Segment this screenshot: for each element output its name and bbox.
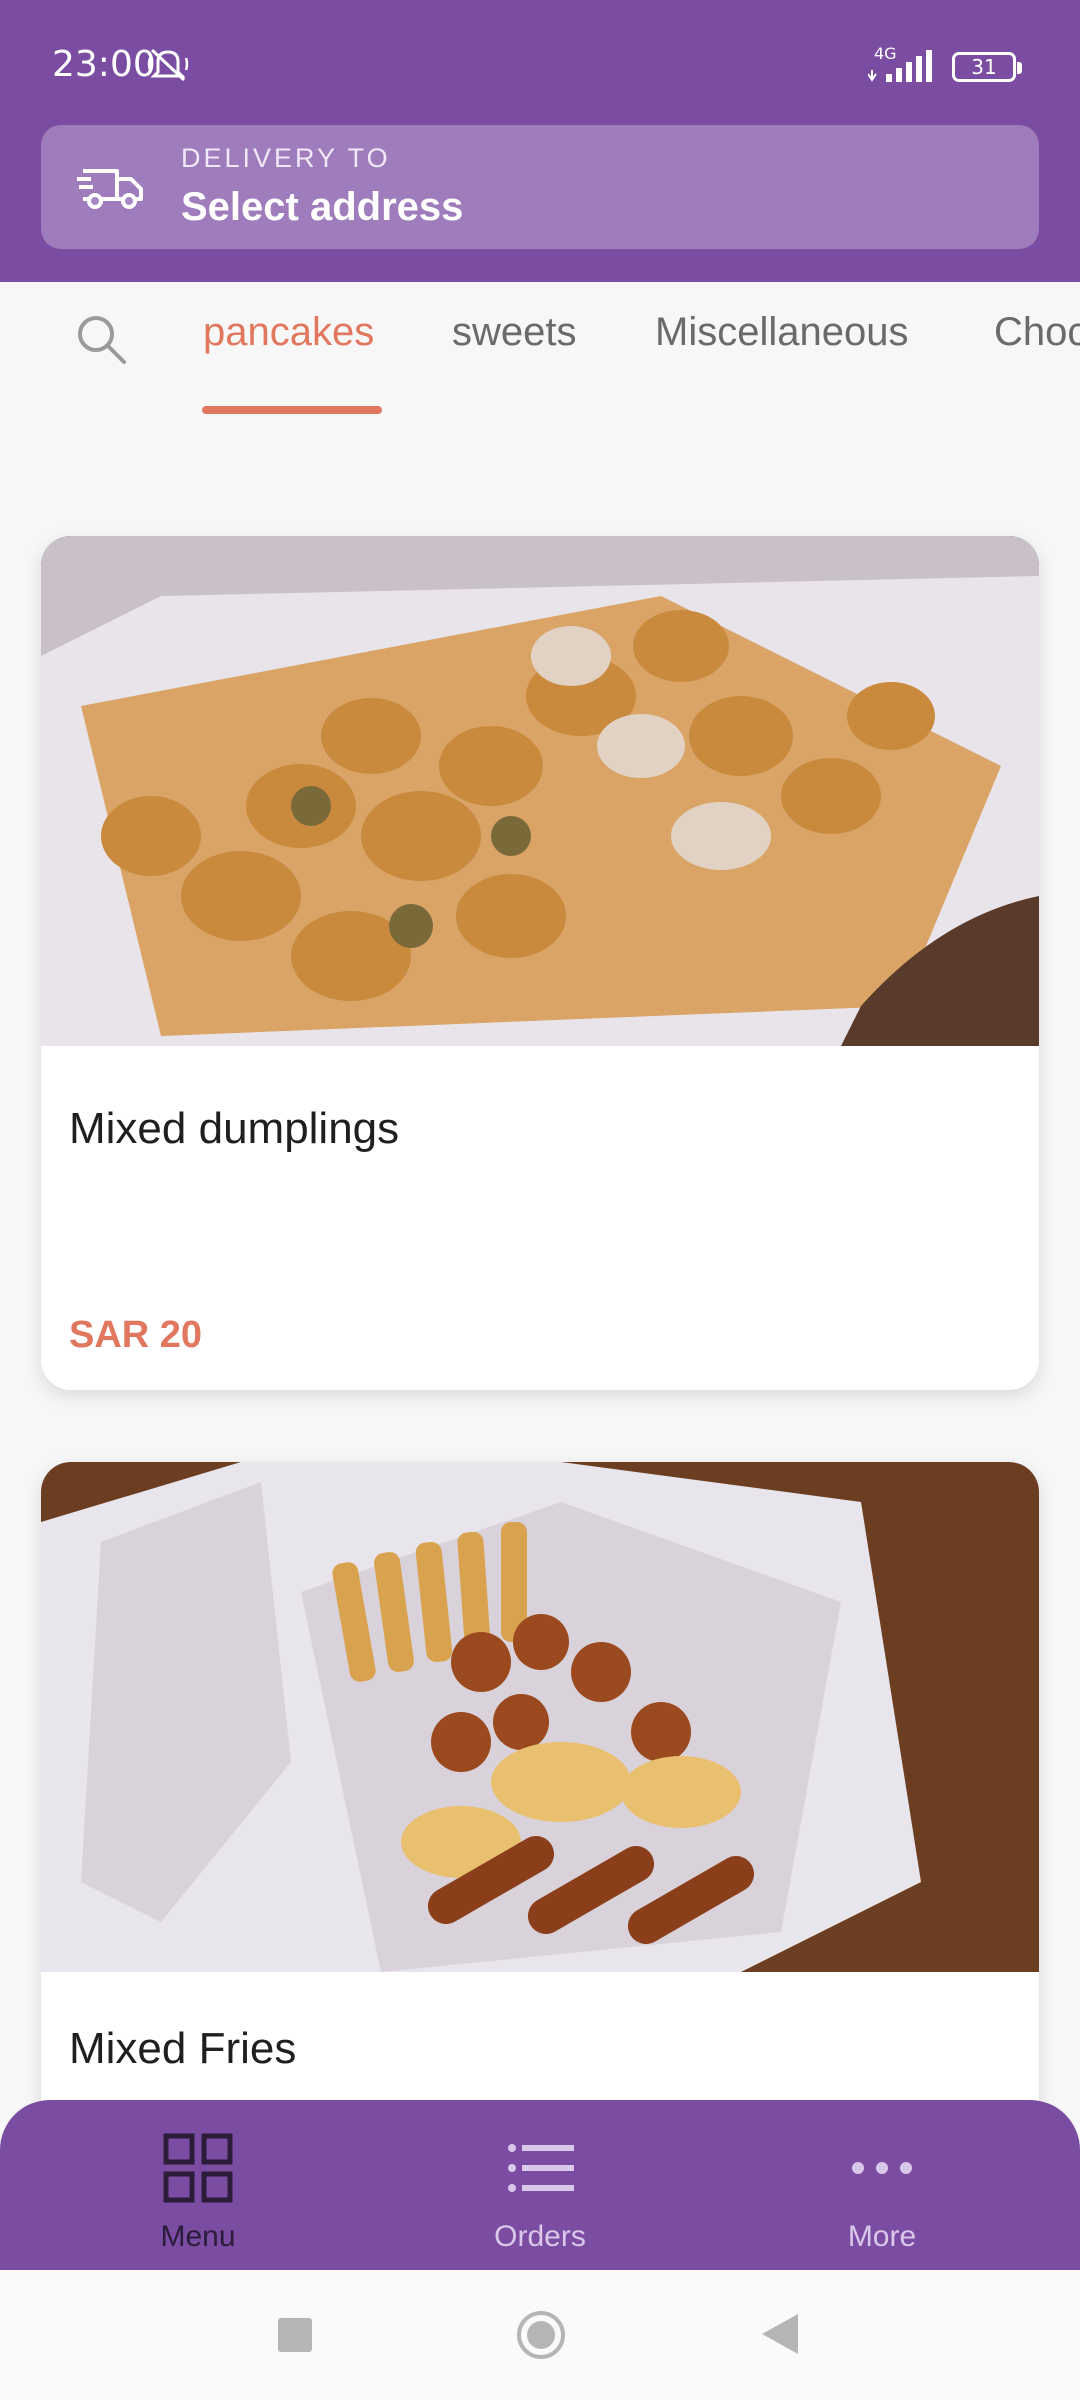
list-icon bbox=[508, 2144, 574, 2192]
signal-icon: 4G bbox=[868, 44, 940, 84]
status-time: 23:00 bbox=[52, 44, 156, 85]
tab-miscellaneous[interactable]: Miscellaneous bbox=[655, 310, 908, 355]
product-name: Mixed dumplings bbox=[69, 1104, 400, 1153]
nav-more-label: More bbox=[847, 2220, 917, 2253]
back-button-icon[interactable] bbox=[762, 2314, 798, 2354]
product-image bbox=[41, 1462, 1039, 1972]
nav-orders[interactable]: Orders bbox=[360, 2100, 720, 2270]
search-icon[interactable] bbox=[74, 312, 130, 368]
tab-sweets[interactable]: sweets bbox=[452, 310, 577, 355]
bottom-navigation: Menu Orders More bbox=[0, 2100, 1080, 2270]
address-value: Select address bbox=[181, 185, 464, 229]
truck-icon bbox=[77, 169, 143, 209]
delivery-address-selector[interactable]: DELIVERY TO Select address bbox=[41, 125, 1039, 249]
tab-chocolate[interactable]: Choc bbox=[994, 310, 1080, 355]
active-tab-indicator bbox=[202, 406, 382, 414]
tab-pancakes[interactable]: pancakes bbox=[203, 310, 374, 355]
battery-icon: 31 bbox=[952, 52, 1022, 82]
product-card[interactable]: Mixed Fries bbox=[41, 1462, 1039, 2162]
product-card[interactable]: Mixed dumplings SAR 20 bbox=[41, 536, 1039, 1390]
nav-menu[interactable]: Menu bbox=[18, 2100, 378, 2270]
recents-button-icon[interactable] bbox=[278, 2318, 312, 2352]
app-header: 23:00 4G 31 DELIVERY TO Select address bbox=[0, 0, 1080, 282]
nav-orders-label: Orders bbox=[494, 2220, 586, 2253]
mute-bell-icon bbox=[147, 48, 189, 82]
more-dots-icon bbox=[852, 2162, 912, 2174]
grid-icon bbox=[163, 2133, 233, 2203]
category-tabs: pancakes sweets Miscellaneous Choc bbox=[0, 282, 1080, 422]
product-image bbox=[41, 536, 1039, 1046]
nav-menu-label: Menu bbox=[160, 2220, 236, 2253]
product-name: Mixed Fries bbox=[69, 2024, 297, 2073]
delivery-label: DELIVERY TO bbox=[181, 143, 391, 173]
home-button-icon[interactable] bbox=[516, 2310, 566, 2360]
nav-more[interactable]: More bbox=[702, 2100, 1062, 2270]
status-bar: 23:00 4G 31 bbox=[0, 0, 1080, 120]
product-price: SAR 20 bbox=[69, 1314, 203, 1356]
system-navigation-bar bbox=[0, 2270, 1080, 2400]
